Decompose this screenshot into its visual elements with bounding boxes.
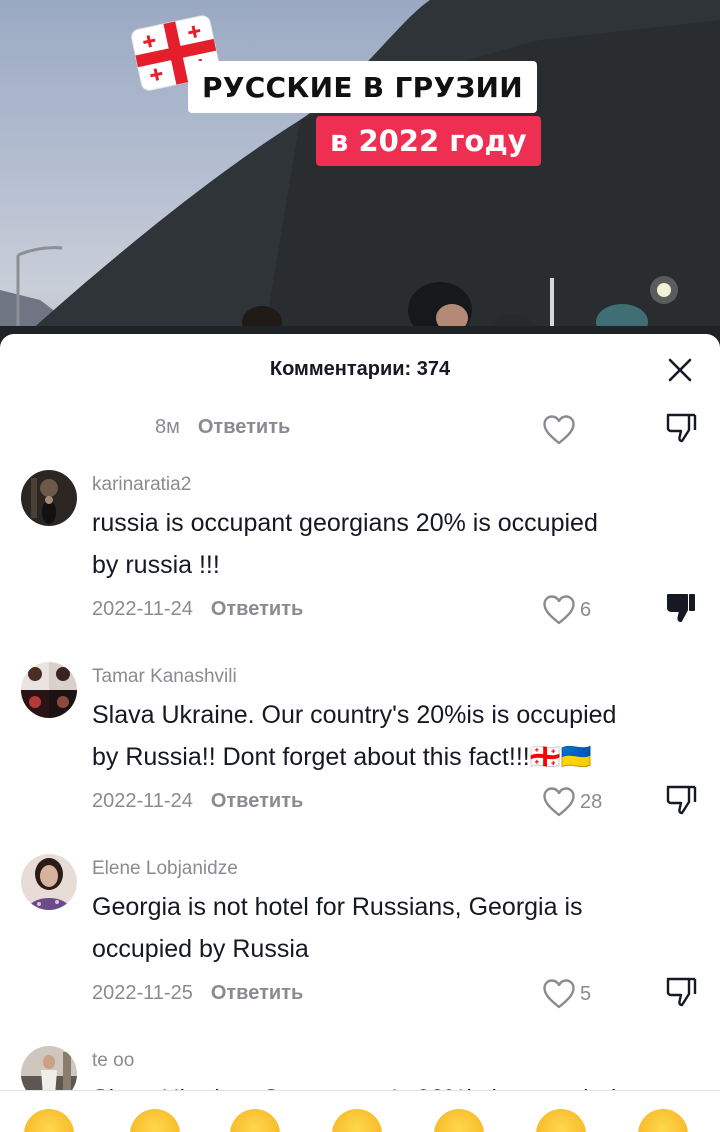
video-overlay-title: РУССКИЕ В ГРУЗИИ: [188, 61, 538, 113]
comment-username[interactable]: te oo: [92, 1046, 680, 1076]
comment-text-line: Georgia is not hotel for Russians, Georg…: [92, 893, 583, 921]
comment-date: 2022-11-24: [92, 790, 193, 812]
comment-text-line: russia is occupant georgians 20% is occu…: [92, 509, 598, 537]
heart-icon: [543, 595, 575, 625]
dislike-button-active[interactable]: [664, 590, 704, 630]
emoji-smile-icon[interactable]: [24, 1109, 74, 1132]
emoji-sweat-icon[interactable]: [536, 1109, 586, 1132]
comment-text: russia is occupant georgians 20% is occu…: [92, 502, 680, 586]
emoji-blush-icon[interactable]: [332, 1109, 382, 1132]
video-overlay-year: в 2022 году: [316, 116, 541, 166]
avatar[interactable]: [21, 854, 77, 910]
video-background[interactable]: РУССКИЕ В ГРУЗИИ в 2022 году: [0, 0, 720, 360]
thumbs-down-icon: [666, 977, 697, 1007]
comment-date: 2022-11-25: [92, 982, 193, 1004]
emoji-grin-icon[interactable]: [230, 1109, 280, 1132]
comments-sheet: Комментарии: 374 8м Ответить karinaratia…: [0, 334, 720, 1132]
comment-item: Tamar Kanashvili Slava Ukraine. Our coun…: [0, 662, 720, 836]
emoji-hearts-icon[interactable]: [130, 1109, 180, 1132]
comment-item: Elene Lobjanidze Georgia is not hotel fo…: [0, 854, 720, 1028]
comment-text: Georgia is not hotel for Russians, Georg…: [92, 886, 680, 970]
heart-icon: [543, 787, 575, 817]
dislike-button[interactable]: [664, 974, 704, 1014]
comment-text-line: Slava Ukraine. Our country's 20%is is oc…: [92, 701, 617, 729]
comment-date: 2022-11-24: [92, 598, 193, 620]
close-icon[interactable]: [666, 356, 694, 384]
comments-count-title: Комментарии: 374: [269, 358, 451, 380]
reply-button[interactable]: Ответить: [211, 790, 303, 813]
reply-button[interactable]: Ответить: [198, 416, 290, 439]
like-count: 28: [580, 790, 603, 813]
like-count: 5: [580, 982, 592, 1005]
comment-text: Slava Ukraine. Our country's 20%is is oc…: [92, 694, 680, 778]
comment-username[interactable]: Elene Lobjanidze: [92, 854, 680, 884]
thumbs-down-icon: [666, 785, 697, 815]
avatar[interactable]: [21, 470, 77, 526]
like-button[interactable]: [542, 410, 576, 450]
previous-comment-tail: 8м Ответить: [0, 406, 720, 470]
like-button[interactable]: 5: [542, 974, 591, 1014]
emoji-laugh-icon[interactable]: [434, 1109, 484, 1132]
reply-button[interactable]: Ответить: [211, 982, 303, 1005]
comment-username[interactable]: Tamar Kanashvili: [92, 662, 680, 692]
comment-text-line: by russia !!!: [92, 551, 220, 579]
reply-button[interactable]: Ответить: [211, 598, 303, 621]
thumbs-down-icon: [666, 413, 697, 443]
dislike-button[interactable]: [664, 782, 704, 822]
heart-icon: [543, 979, 575, 1009]
avatar[interactable]: [21, 662, 77, 718]
emoji-reaction-bar: [0, 1090, 720, 1132]
comment-text-line: by Russia!! Dont forget about this fact!…: [92, 743, 592, 771]
emoji-wink-icon[interactable]: [638, 1109, 688, 1132]
comment-username[interactable]: karinaratia2: [92, 470, 680, 500]
video-scene: [0, 0, 720, 360]
comment-time: 8м: [155, 416, 180, 438]
like-count: 6: [580, 598, 592, 621]
comments-header: Комментарии: 374: [0, 334, 720, 406]
comment-text-line: occupied by Russia: [92, 935, 309, 963]
comment-item: karinaratia2 russia is occupant georgian…: [0, 470, 720, 644]
heart-icon: [543, 415, 575, 445]
dislike-button[interactable]: [664, 410, 704, 450]
like-button[interactable]: 28: [542, 782, 602, 822]
thumbs-down-filled-icon: [666, 594, 695, 622]
like-button[interactable]: 6: [542, 590, 591, 630]
